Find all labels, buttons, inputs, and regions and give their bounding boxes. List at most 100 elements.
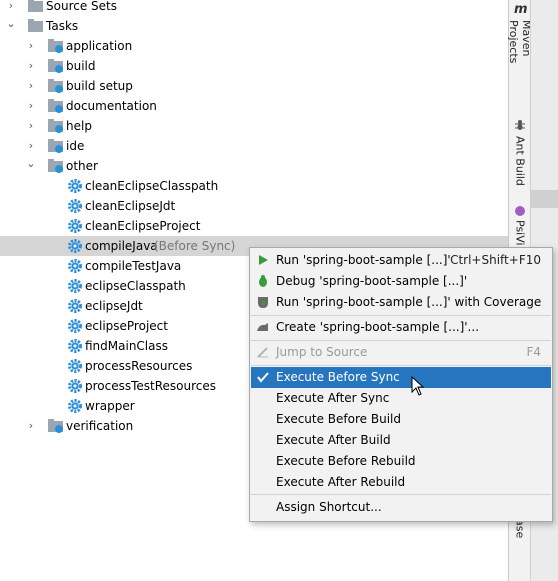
tree-row-label: Source Sets	[46, 0, 117, 13]
tree-row-label: Tasks	[46, 19, 79, 33]
coverage-icon	[256, 295, 270, 309]
tree-row-source-sets[interactable]: › Source Sets	[0, 0, 508, 16]
menu-item-label: Run 'spring-boot-sample [...]'	[276, 253, 451, 267]
tree-row-label: ide	[66, 139, 85, 153]
tree-row-label: findMainClass	[85, 339, 168, 353]
menu-item-label: Execute Before Rebuild	[276, 454, 416, 468]
psi-icon	[514, 205, 526, 217]
menu-item-execute-after-rebuild[interactable]: Execute After Rebuild	[251, 472, 551, 493]
menu-item-execute-before-build[interactable]: Execute Before Build	[251, 409, 551, 430]
tree-row-label: verification	[66, 419, 134, 433]
maven-icon: m	[514, 2, 528, 17]
menu-item-run[interactable]: Run 'spring-boot-sample [...]' Ctrl+Shif…	[251, 250, 551, 271]
task-folder-icon	[48, 419, 64, 433]
task-folder-icon	[48, 159, 64, 173]
chevron-right-icon[interactable]: ›	[6, 0, 16, 11]
tree-row-label: build	[66, 59, 96, 73]
menu-separator	[251, 365, 551, 366]
tree-row-label: wrapper	[85, 399, 135, 413]
chevron-right-icon[interactable]: ›	[26, 60, 36, 71]
tree-row-build[interactable]: › build	[0, 56, 508, 76]
tree-row-label: eclipseClasspath	[85, 279, 186, 293]
check-icon	[256, 370, 270, 384]
menu-item-coverage[interactable]: Run 'spring-boot-sample [...]' with Cove…	[251, 292, 551, 313]
task-folder-icon	[48, 39, 64, 53]
menu-item-shortcut: Ctrl+Shift+F10	[450, 253, 541, 267]
tree-row-label: processResources	[85, 359, 193, 373]
task-folder-icon	[48, 59, 64, 73]
tree-row-label: eclipseJdt	[85, 299, 143, 313]
gear-icon	[68, 219, 82, 233]
tree-row-build-setup[interactable]: › build setup	[0, 76, 508, 96]
tree-row-tasks[interactable]: ⌄ Tasks	[0, 16, 508, 36]
gear-icon	[68, 399, 82, 413]
tab-psi-viewer[interactable]: PsiVi	[509, 220, 531, 250]
gear-icon	[68, 379, 82, 393]
tree-row-label: application	[66, 39, 133, 53]
menu-item-label: Jump to Source	[276, 345, 368, 359]
tree-row-label: cleanEclipseProject	[85, 219, 201, 233]
chevron-right-icon[interactable]: ›	[26, 100, 36, 111]
mouse-pointer-icon	[411, 375, 425, 396]
menu-item-execute-before-rebuild[interactable]: Execute Before Rebuild	[251, 451, 551, 472]
tree-row-label: eclipseProject	[85, 319, 168, 333]
debug-icon	[256, 274, 270, 288]
menu-separator	[251, 340, 551, 341]
menu-item-execute-after-build[interactable]: Execute After Build	[251, 430, 551, 451]
chevron-right-icon[interactable]: ›	[26, 120, 36, 131]
menu-item-label: Execute After Sync	[276, 391, 390, 405]
tree-row-label: help	[66, 119, 92, 133]
menu-item-jump-to-source[interactable]: Jump to Source F4	[251, 342, 551, 363]
chevron-right-icon[interactable]: ›	[26, 140, 36, 151]
tree-row-application[interactable]: › application	[0, 36, 508, 56]
menu-separator	[251, 494, 551, 495]
tab-maven-projects[interactable]: Maven Projects	[507, 20, 533, 100]
folder-icon	[28, 19, 44, 33]
scroll-marker	[531, 190, 558, 208]
tree-row-other[interactable]: ⌄ other	[0, 156, 508, 176]
menu-item-execute-after-sync[interactable]: Execute After Sync	[251, 388, 551, 409]
menu-item-create[interactable]: Create 'spring-boot-sample [...]'...	[251, 317, 551, 338]
chevron-right-icon[interactable]: ›	[26, 420, 36, 431]
menu-item-shortcut: F4	[526, 345, 541, 359]
tree-row-label: compileJava	[85, 239, 158, 253]
gear-icon	[68, 319, 82, 333]
menu-item-label: Assign Shortcut...	[276, 500, 382, 514]
task-folder-icon	[48, 119, 64, 133]
chevron-right-icon[interactable]: ›	[26, 80, 36, 91]
tree-row-task[interactable]: cleanEclipseClasspath	[0, 176, 508, 196]
context-menu: Run 'spring-boot-sample [...]' Ctrl+Shif…	[249, 247, 553, 522]
gear-icon	[68, 279, 82, 293]
tree-row-ide[interactable]: › ide	[0, 136, 508, 156]
tree-row-task[interactable]: cleanEclipseJdt	[0, 196, 508, 216]
create-icon	[256, 320, 270, 334]
menu-item-debug[interactable]: Debug 'spring-boot-sample [...]'	[251, 271, 551, 292]
gear-icon	[68, 359, 82, 373]
chevron-down-icon[interactable]: ⌄	[26, 158, 36, 169]
menu-item-execute-before-sync[interactable]: Execute Before Sync	[251, 367, 551, 388]
jump-icon	[256, 345, 270, 359]
menu-item-label: Execute After Build	[276, 433, 391, 447]
tree-row-label: compileTestJava	[85, 259, 182, 273]
gear-icon	[68, 179, 82, 193]
gear-icon	[68, 259, 82, 273]
task-folder-icon	[48, 79, 64, 93]
menu-item-label: Create 'spring-boot-sample [...]'...	[276, 320, 480, 334]
tree-row-label: cleanEclipseJdt	[85, 199, 176, 213]
tree-row-label: documentation	[66, 99, 157, 113]
gear-icon	[68, 239, 82, 253]
tab-ant-build[interactable]: Ant Build	[509, 136, 531, 186]
gear-icon	[68, 339, 82, 353]
tree-row-documentation[interactable]: › documentation	[0, 96, 508, 116]
menu-item-assign-shortcut[interactable]: Assign Shortcut...	[251, 497, 551, 518]
menu-item-label: Debug 'spring-boot-sample [...]'	[276, 274, 468, 288]
gear-icon	[68, 199, 82, 213]
tree-row-task[interactable]: cleanEclipseProject	[0, 216, 508, 236]
menu-item-label: Execute Before Build	[276, 412, 401, 426]
chevron-right-icon[interactable]: ›	[26, 40, 36, 51]
tree-row-help[interactable]: › help	[0, 116, 508, 136]
menu-item-label: Run 'spring-boot-sample [...]' with Cove…	[276, 295, 542, 309]
tree-row-label: processTestResources	[85, 379, 217, 393]
chevron-down-icon[interactable]: ⌄	[6, 18, 16, 29]
folder-icon	[28, 0, 44, 13]
